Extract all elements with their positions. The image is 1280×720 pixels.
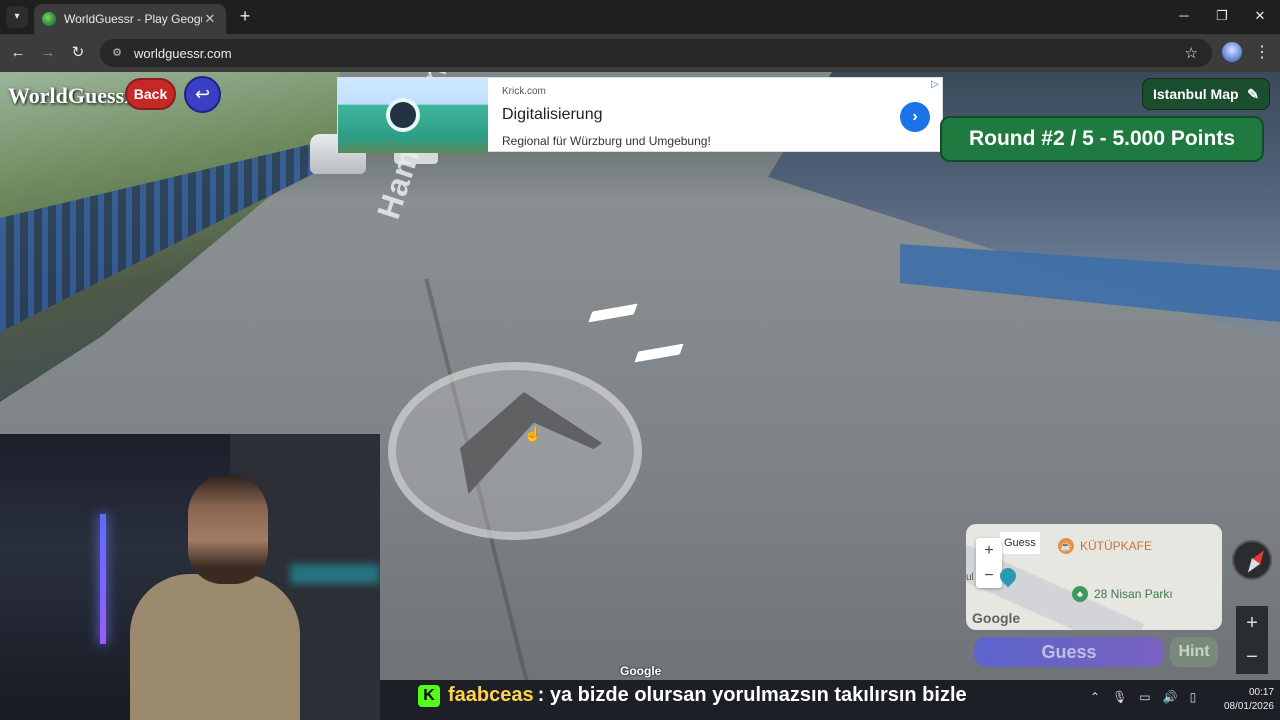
- back-button[interactable]: Back: [125, 78, 176, 110]
- poi-label: 28 Nisan Parkı: [1094, 587, 1173, 601]
- google-watermark: Google: [620, 664, 662, 678]
- chat-text: : ya bizde olursan yorulmazsın takılırsı…: [537, 684, 967, 706]
- hand-cursor-icon: ☝: [524, 426, 542, 442]
- minimap-google-logo: Google: [972, 610, 1021, 626]
- forward-arrow-icon[interactable]: →: [36, 41, 60, 65]
- tab-search-button[interactable]: ▾: [6, 6, 28, 28]
- maximize-button[interactable]: ❐: [1204, 4, 1240, 28]
- map-name-badge[interactable]: Istanbul Map ✎: [1142, 78, 1270, 110]
- tab-worldguessr[interactable]: WorldGuessr - Play Geoguessr Free ✕: [34, 4, 226, 34]
- chat-username: faabceas: [448, 684, 534, 706]
- round-status: Round #2 / 5 - 5.000 Points: [940, 116, 1264, 162]
- browser-toolbar: ← → ↻ ⚙ worldguessr.com ☆ ⋮: [0, 34, 1280, 72]
- streetview-zoom-in-button[interactable]: +: [1236, 606, 1268, 640]
- poi-label: KÜTÜPKAFE: [1080, 539, 1153, 553]
- hint-button[interactable]: Hint: [1170, 637, 1218, 667]
- network-icon[interactable]: ▭: [1139, 690, 1150, 704]
- chat-message: K faabceas : ya bizde olursan yorulmazsı…: [418, 684, 967, 707]
- kick-icon: K: [418, 684, 440, 707]
- bookmark-star-icon[interactable]: ☆: [1185, 44, 1198, 62]
- compass-icon[interactable]: [1232, 540, 1272, 580]
- streetview-zoom-control: + −: [1236, 606, 1268, 674]
- ad-title[interactable]: Digitalisierung: [502, 106, 603, 124]
- minimap-guess-label: Guess: [1000, 532, 1040, 554]
- profile-avatar[interactable]: [1222, 42, 1242, 62]
- chevron-up-icon[interactable]: ⌃: [1090, 690, 1100, 704]
- webcam-led-glow: [290, 564, 380, 584]
- guess-button[interactable]: Guess: [974, 637, 1164, 667]
- return-to-start-button[interactable]: ↩: [184, 76, 221, 113]
- new-tab-button[interactable]: +: [234, 6, 256, 28]
- browser-tabstrip: ▾ WorldGuessr - Play Geoguessr Free ✕ + …: [0, 0, 1280, 34]
- clock-date: 08/01/2026: [1223, 701, 1274, 712]
- minimap-side-label: ul: [966, 572, 974, 583]
- streetview-link-bracket-bottom[interactable]: [634, 343, 684, 363]
- site-info-icon[interactable]: ⚙: [110, 46, 124, 60]
- volume-icon[interactable]: 🔊: [1163, 690, 1178, 704]
- webcam-person-body: [130, 574, 300, 720]
- minimap-poi-kutupkafe[interactable]: ☕ KÜTÜPKAFE: [1058, 538, 1152, 554]
- webcam-led-strip: [100, 514, 106, 644]
- ad-image: [338, 78, 488, 153]
- battery-icon[interactable]: ▯: [1190, 690, 1197, 704]
- tab-close-icon[interactable]: ✕: [202, 11, 218, 27]
- minimap-poi-park[interactable]: ♣ 28 Nisan Parkı: [1072, 586, 1173, 602]
- adchoices-icon[interactable]: ▷: [931, 79, 939, 90]
- ad-description: Regional für Würzburg und Umgebung!: [502, 134, 711, 148]
- system-tray: ⌃ 🎙 ▭ 🔊 ▯: [1090, 690, 1196, 704]
- worldguessr-logo: WorldGuessr: [8, 83, 134, 108]
- ad-image-window: [386, 98, 420, 132]
- minimize-button[interactable]: ─: [1166, 4, 1202, 28]
- map-name-text: Istanbul Map: [1153, 86, 1239, 102]
- park-icon: ♣: [1072, 586, 1088, 602]
- minimap-zoom-in-button[interactable]: +: [976, 538, 1002, 563]
- reload-icon[interactable]: ↻: [66, 41, 90, 65]
- minimap-zoom-control: + −: [976, 538, 1002, 588]
- browser-menu-icon[interactable]: ⋮: [1254, 42, 1270, 64]
- minimap-zoom-out-button[interactable]: −: [976, 563, 1002, 588]
- streetview-link-bracket-top[interactable]: [588, 303, 638, 323]
- url-text: worldguessr.com: [134, 45, 232, 61]
- microphone-icon[interactable]: 🎙: [1112, 690, 1127, 704]
- tab-title: WorldGuessr - Play Geoguessr Free: [64, 12, 202, 26]
- streetview-navigation-ring[interactable]: [388, 362, 642, 540]
- address-bar[interactable]: ⚙ worldguessr.com ☆: [100, 39, 1212, 67]
- ad-host: Krick.com: [502, 86, 546, 97]
- pencil-edit-icon[interactable]: ✎: [1247, 86, 1259, 103]
- webcam-overlay: [0, 434, 380, 720]
- advertisement-banner[interactable]: Krick.com Digitalisierung Regional für W…: [337, 77, 943, 153]
- webcam-person-head: [188, 474, 268, 584]
- clock-time: 00:17: [1248, 687, 1274, 698]
- streetview-zoom-out-button[interactable]: −: [1236, 640, 1268, 674]
- ad-open-arrow-icon[interactable]: ›: [900, 102, 930, 132]
- system-clock[interactable]: 00:17 08/01/2026: [1202, 686, 1274, 714]
- cafe-icon: ☕: [1058, 538, 1074, 554]
- window-close-button[interactable]: ✕: [1242, 4, 1278, 28]
- back-arrow-icon[interactable]: ←: [6, 41, 30, 65]
- worldguessr-favicon-icon: [42, 12, 56, 26]
